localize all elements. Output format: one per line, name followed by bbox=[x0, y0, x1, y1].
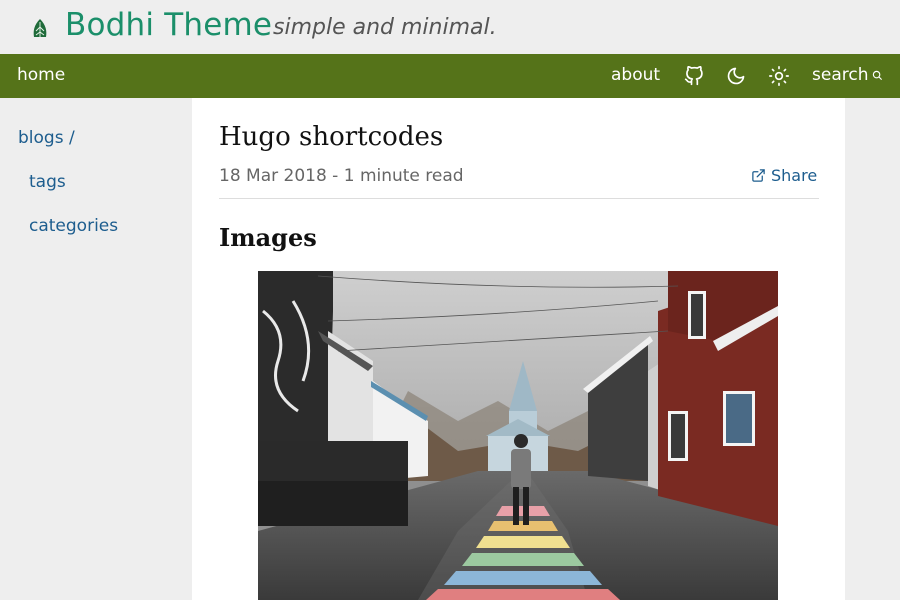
sidebar-item-categories[interactable]: categories bbox=[29, 216, 118, 236]
search-icon bbox=[873, 70, 883, 80]
leaf-icon[interactable] bbox=[30, 18, 50, 40]
site-tagline: simple and minimal. bbox=[273, 15, 497, 40]
sidebar: blogs / tags categories bbox=[0, 98, 192, 600]
nav-home-link[interactable]: home bbox=[17, 65, 65, 85]
navbar: home about search bbox=[0, 54, 900, 98]
nav-search-label: search bbox=[812, 65, 869, 85]
post-meta: 18 Mar 2018 - 1 minute read bbox=[219, 166, 464, 186]
moon-icon[interactable] bbox=[726, 66, 746, 86]
post-title: Hugo shortcodes bbox=[219, 122, 444, 152]
external-link-icon bbox=[752, 169, 765, 182]
sidebar-item-blogs[interactable]: blogs / bbox=[18, 128, 75, 148]
street-photo bbox=[258, 271, 778, 600]
share-button[interactable]: Share bbox=[751, 166, 817, 185]
nav-search-link[interactable]: search bbox=[812, 65, 883, 85]
share-label: Share bbox=[771, 166, 818, 185]
sun-icon[interactable] bbox=[769, 66, 789, 86]
divider bbox=[219, 198, 819, 199]
nav-about-link[interactable]: about bbox=[611, 65, 660, 85]
sidebar-item-tags[interactable]: tags bbox=[29, 172, 66, 192]
github-icon[interactable] bbox=[684, 66, 704, 86]
section-heading-images: Images bbox=[219, 223, 317, 252]
site-header: Bodhi Theme simple and minimal. bbox=[0, 0, 900, 54]
main-content: Hugo shortcodes 18 Mar 2018 - 1 minute r… bbox=[192, 98, 845, 600]
site-title[interactable]: Bodhi Theme bbox=[65, 7, 272, 43]
